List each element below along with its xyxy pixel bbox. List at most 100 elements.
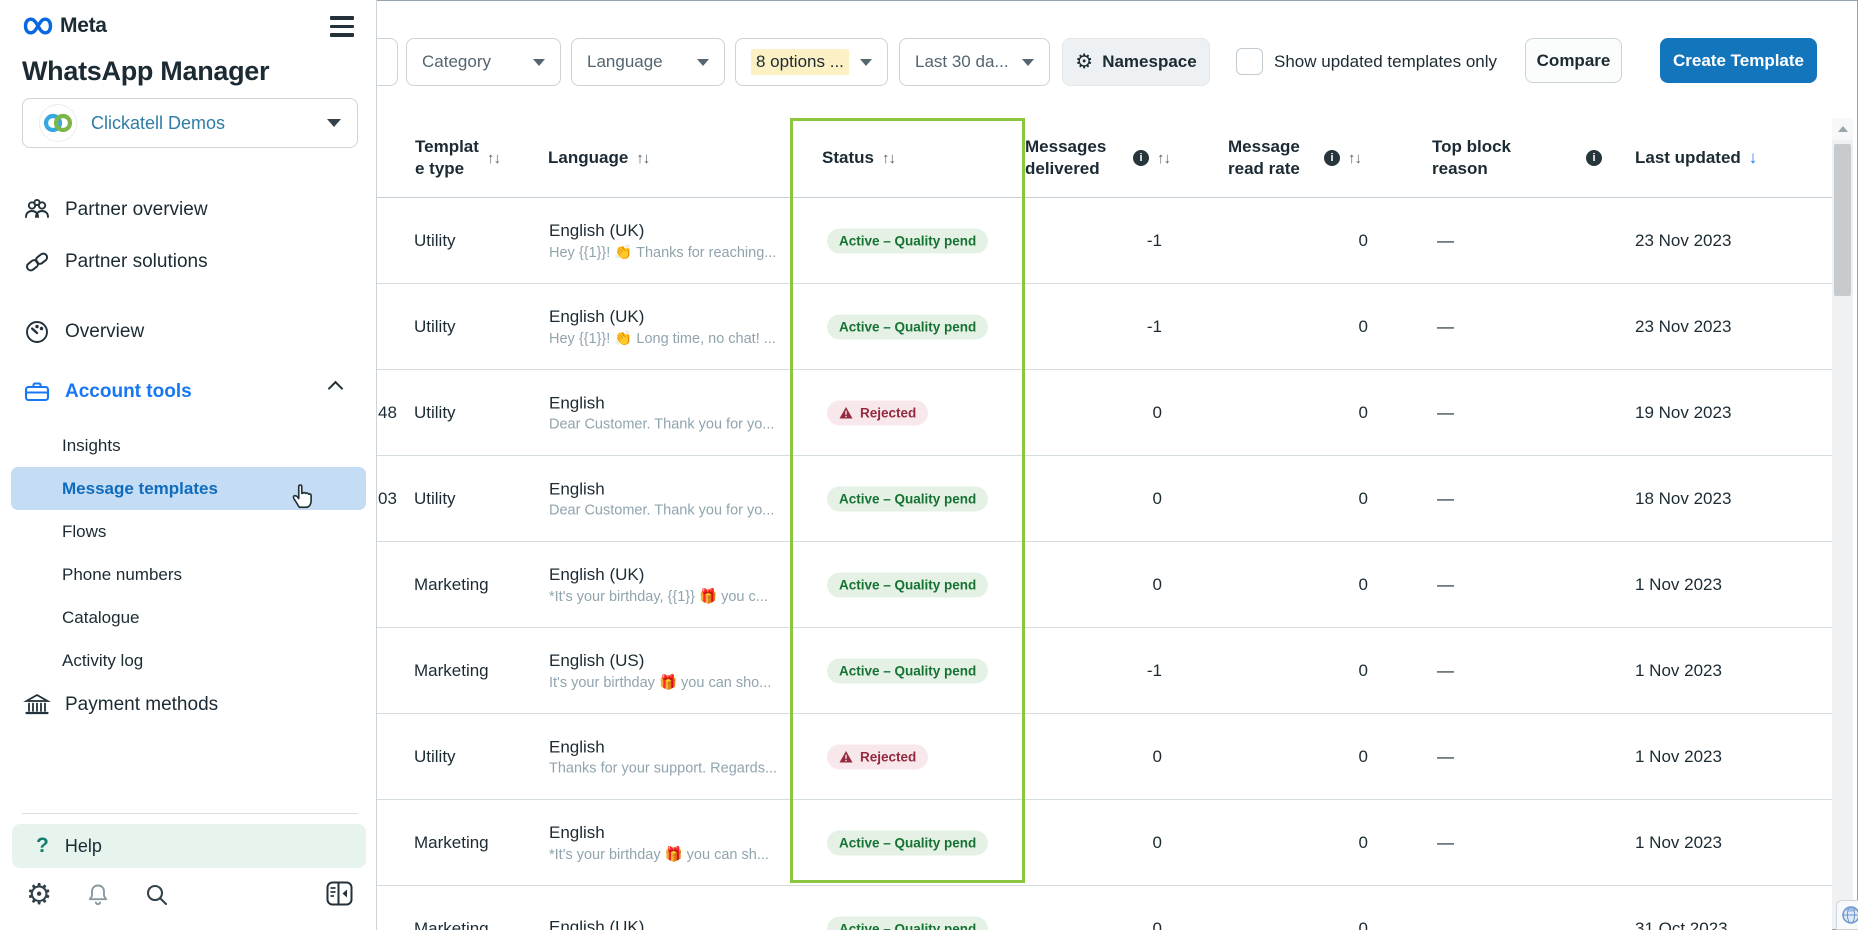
sidebar-subitem-flows[interactable]: Flows xyxy=(11,510,366,553)
collapse-sidebar-icon[interactable] xyxy=(326,881,353,911)
sidebar-item-partner-overview[interactable]: Partner overview xyxy=(22,195,352,225)
template-preview-text: It's your birthday 🎁 you can sho... xyxy=(549,674,794,691)
messages-delivered-cell: 0 xyxy=(1060,403,1162,423)
status-label: Active – Quality pend xyxy=(839,835,976,850)
sidebar-item-label: Overview xyxy=(65,321,144,343)
status-badge: Active – Quality pend xyxy=(827,830,988,855)
column-header-template-type[interactable]: Template type ↑↓ xyxy=(415,118,500,198)
create-template-button[interactable]: Create Template xyxy=(1660,38,1817,83)
sort-desc-icon[interactable]: ↓ xyxy=(1749,148,1758,168)
notifications-bell-icon[interactable] xyxy=(83,880,113,910)
chevron-up-icon[interactable] xyxy=(328,381,344,397)
language-filter-dropdown[interactable]: Language xyxy=(571,38,725,86)
status-label: Active – Quality pend xyxy=(839,319,976,334)
table-row[interactable]: 03 Utility English Dear Customer. Thank … xyxy=(377,456,1832,542)
table-row[interactable]: Utility English Thanks for your support.… xyxy=(377,714,1832,800)
namespace-button-label: Namespace xyxy=(1102,52,1197,72)
sidebar-item-account-tools[interactable]: Account tools xyxy=(22,377,352,407)
sort-icon[interactable]: ↑↓ xyxy=(882,150,895,167)
top-block-reason-cell: — xyxy=(1437,661,1454,681)
status-label: Rejected xyxy=(860,749,916,764)
hamburger-menu-icon[interactable] xyxy=(330,16,354,42)
sort-icon[interactable]: ↑↓ xyxy=(487,150,500,167)
info-icon[interactable] xyxy=(1586,150,1602,166)
language-cell: English (UK) *It's your birthday, {{1}} … xyxy=(549,565,794,605)
show-updated-checkbox[interactable] xyxy=(1236,48,1263,75)
template-type-cell: Marketing xyxy=(414,661,529,681)
globe-icon xyxy=(1841,905,1858,925)
status-badge: Rejected xyxy=(827,744,928,769)
whatsapp-manager-window: Category Language 8 options ... Last 30 … xyxy=(0,0,1858,930)
sort-icon[interactable]: ↑↓ xyxy=(636,150,649,167)
link-icon xyxy=(22,249,52,275)
settings-gear-icon[interactable]: ⚙ xyxy=(24,880,54,910)
status-badge: Active – Quality pend xyxy=(827,658,988,683)
table-row[interactable]: Marketing English *It's your birthday 🎁 … xyxy=(377,800,1832,886)
show-updated-label: Show updated templates only xyxy=(1274,38,1497,86)
help-button[interactable]: ? Help xyxy=(12,824,366,868)
top-block-reason-cell: — xyxy=(1437,833,1454,853)
messages-delivered-cell: 0 xyxy=(1060,489,1162,509)
template-preview-text: Hey {{1}}! 👏 Long time, no chat! ... xyxy=(549,330,794,347)
column-header-status[interactable]: Status ↑↓ xyxy=(822,118,895,198)
last-updated-cell: 1 Nov 2023 xyxy=(1635,661,1722,681)
language-cell: English Dear Customer. Thank you for yo.… xyxy=(549,479,794,518)
sidebar-subitem-message-templates[interactable]: Message templates xyxy=(11,467,366,510)
sidebar-subitem-phone-numbers[interactable]: Phone numbers xyxy=(11,553,366,596)
sidebar-divider xyxy=(22,813,358,814)
briefcase-icon xyxy=(22,379,52,405)
search-icon[interactable] xyxy=(142,880,172,910)
language-name: English (UK) xyxy=(549,221,794,241)
language-name: English (UK) xyxy=(549,565,794,585)
message-read-rate-cell: 0 xyxy=(1266,661,1368,681)
table-header-row: Template type ↑↓ Language ↑↓ Status ↑↓ M… xyxy=(377,118,1832,198)
account-tools-submenu: Insights Message templates Flows Phone n… xyxy=(11,424,366,682)
column-header-message-read-rate[interactable]: Message read rate ↑↓ xyxy=(1228,118,1361,198)
table-row[interactable]: Marketing English (UK) *It's your birthd… xyxy=(377,542,1832,628)
column-header-top-block-reason[interactable]: Top block reason xyxy=(1432,118,1602,198)
table-row[interactable]: 48 Utility English Dear Customer. Thank … xyxy=(377,370,1832,456)
table-row[interactable]: Utility English (UK) Hey {{1}}! 👏 Long t… xyxy=(377,284,1832,370)
sidebar-subitem-insights[interactable]: Insights xyxy=(11,424,366,467)
column-header-last-updated[interactable]: Last updated ↓ xyxy=(1635,118,1757,198)
table-row[interactable]: Marketing English (US) It's your birthda… xyxy=(377,628,1832,714)
status-filter-dropdown[interactable]: 8 options ... xyxy=(735,38,888,86)
sort-icon[interactable]: ↑↓ xyxy=(1157,150,1170,167)
last-updated-cell: 1 Nov 2023 xyxy=(1635,833,1722,853)
message-read-rate-cell: 0 xyxy=(1266,833,1368,853)
sort-icon[interactable]: ↑↓ xyxy=(1348,150,1361,167)
status-badge: Active – Quality pend xyxy=(827,486,988,511)
sidebar-item-partner-solutions[interactable]: Partner solutions xyxy=(22,247,352,277)
column-header-language[interactable]: Language ↑↓ xyxy=(548,118,649,198)
scrollbar-thumb[interactable] xyxy=(1834,144,1851,296)
compare-button[interactable]: Compare xyxy=(1525,38,1622,83)
info-icon[interactable] xyxy=(1324,150,1340,166)
template-type-cell: Utility xyxy=(414,403,529,423)
last-updated-cell: 23 Nov 2023 xyxy=(1635,231,1731,251)
sidebar-subitem-activity-log[interactable]: Activity log xyxy=(11,639,366,682)
vertical-scrollbar[interactable] xyxy=(1832,118,1853,929)
column-header-messages-delivered[interactable]: Messages delivered ↑↓ xyxy=(1025,118,1170,198)
scroll-up-arrow[interactable] xyxy=(1832,118,1853,140)
language-name: English xyxy=(549,737,794,757)
help-label: Help xyxy=(65,836,102,857)
template-preview-text: Hey {{1}}! 👏 Thanks for reaching... xyxy=(549,244,794,261)
messages-delivered-cell: 0 xyxy=(1060,919,1162,930)
info-icon[interactable] xyxy=(1133,150,1149,166)
main-content: Category Language 8 options ... Last 30 … xyxy=(377,0,1858,930)
sidebar-subitem-catalogue[interactable]: Catalogue xyxy=(11,596,366,639)
sidebar-item-payment-methods[interactable]: Payment methods xyxy=(22,690,352,720)
template-name-fragment: 48 xyxy=(378,403,399,423)
date-range-filter-dropdown[interactable]: Last 30 da... xyxy=(899,38,1050,86)
namespace-button[interactable]: ⚙ Namespace xyxy=(1062,38,1210,86)
table-row[interactable]: Marketing English (UK) Active – Quality … xyxy=(377,886,1832,930)
top-block-reason-cell: — xyxy=(1437,489,1454,509)
category-filter-dropdown[interactable]: Category xyxy=(406,38,561,86)
sidebar-item-label: Partner solutions xyxy=(65,251,208,273)
table-row[interactable]: Utility English (UK) Hey {{1}}! 👏 Thanks… xyxy=(377,198,1832,284)
account-selector[interactable]: Clickatell Demos xyxy=(22,98,358,148)
top-block-reason-cell: — xyxy=(1437,747,1454,767)
status-label: Active – Quality pend xyxy=(839,491,976,506)
sidebar-item-overview[interactable]: Overview xyxy=(22,317,352,347)
message-read-rate-cell: 0 xyxy=(1266,575,1368,595)
